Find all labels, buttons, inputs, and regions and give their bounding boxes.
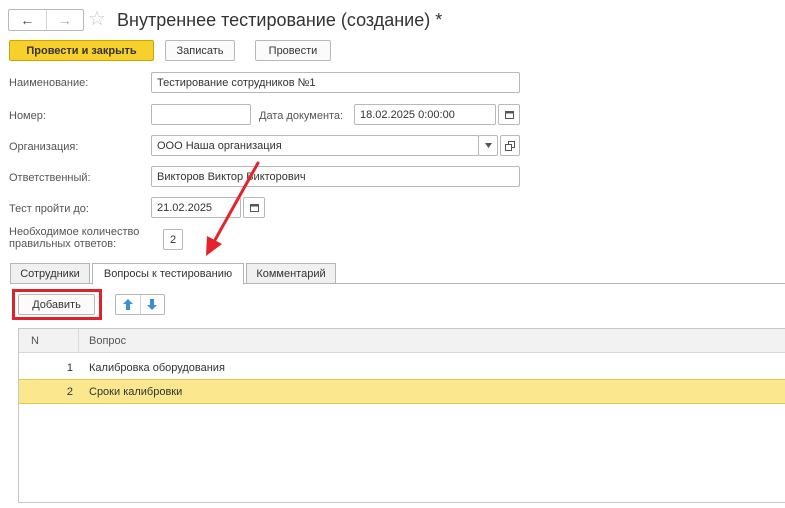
annotation-arrow-shaft xyxy=(213,161,260,242)
annotation-arrow-overlay xyxy=(206,161,260,256)
